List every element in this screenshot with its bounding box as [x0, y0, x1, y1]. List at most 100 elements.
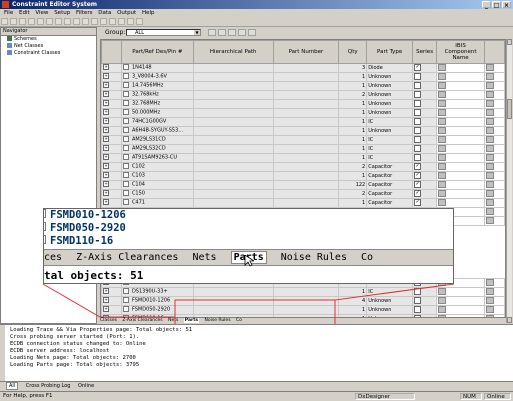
part-type-cell[interactable]: IC — [366, 117, 414, 127]
row-expander[interactable]: + — [101, 72, 122, 82]
part-number-cell[interactable] — [272, 81, 340, 91]
part-type-cell[interactable]: Unknown — [366, 90, 414, 100]
expand-icon[interactable]: + — [103, 199, 109, 206]
menu-view[interactable]: View — [35, 10, 48, 16]
series-checkbox[interactable] — [414, 82, 422, 89]
table-row[interactable]: + A6H4B-SYGUY-S53... 1 Unknown — [101, 126, 505, 136]
part-number-cell[interactable] — [272, 189, 340, 199]
tab-co[interactable]: Co — [236, 318, 242, 323]
series-checkbox[interactable] — [414, 288, 422, 295]
ibis-picker[interactable] — [438, 82, 447, 89]
ibis-picker[interactable] — [438, 288, 447, 295]
table-row[interactable]: +14.7456MHz 1 Unknown — [101, 81, 505, 91]
extra-cell[interactable] — [484, 216, 505, 226]
hier-path-cell[interactable] — [192, 296, 274, 306]
qty-cell[interactable]: 1 — [338, 171, 368, 181]
extra-cell[interactable] — [484, 189, 505, 199]
series-cell[interactable]: ✓ — [412, 180, 438, 190]
hier-path-cell[interactable] — [192, 171, 274, 181]
part-number-cell[interactable] — [272, 296, 340, 306]
qty-cell[interactable]: 1 — [338, 153, 368, 163]
part-number-cell[interactable] — [272, 305, 340, 315]
ibis-cell[interactable] — [436, 144, 486, 154]
output-tab-online[interactable]: Online — [78, 383, 94, 389]
ibis-picker[interactable] — [486, 145, 495, 152]
expand-button[interactable] — [238, 29, 246, 36]
qty-cell[interactable]: 1 — [338, 287, 368, 297]
qty-cell[interactable]: 122 — [338, 180, 368, 190]
row-expander[interactable]: + — [101, 99, 122, 109]
column-header-ibis[interactable]: IBIS Component Name — [436, 40, 486, 64]
series-cell[interactable] — [412, 117, 438, 127]
row-expander[interactable]: + — [101, 126, 122, 136]
part-number-cell[interactable] — [272, 108, 340, 118]
part-number-cell[interactable] — [272, 153, 340, 163]
expand-icon[interactable]: + — [103, 100, 109, 107]
ibis-picker[interactable] — [486, 64, 495, 71]
ibis-picker[interactable] — [486, 190, 495, 197]
ibis-picker[interactable] — [486, 82, 495, 89]
menu-file[interactable]: File — [4, 10, 13, 16]
hier-path-cell[interactable] — [192, 144, 274, 154]
nav-item-constraint-classes[interactable]: Constraint Classes — [1, 50, 96, 57]
extra-cell[interactable] — [484, 296, 505, 306]
part-number-cell[interactable] — [272, 135, 340, 145]
row-expander[interactable]: + — [101, 153, 122, 163]
series-checkbox[interactable]: ✓ — [414, 190, 422, 197]
print-icon[interactable] — [28, 18, 35, 25]
series-cell[interactable] — [412, 305, 438, 315]
part-number-cell[interactable] — [272, 72, 340, 82]
menu-help[interactable]: Help — [142, 10, 155, 16]
new-icon[interactable] — [1, 18, 8, 25]
ibis-cell[interactable] — [436, 171, 486, 181]
copy-icon[interactable] — [46, 18, 53, 25]
paste-icon[interactable] — [55, 18, 62, 25]
part-number-cell[interactable] — [272, 171, 340, 181]
series-cell[interactable] — [412, 135, 438, 145]
series-checkbox[interactable] — [414, 91, 422, 98]
qty-cell[interactable]: 1 — [338, 305, 368, 315]
extra-cell[interactable] — [484, 117, 505, 127]
table-row[interactable]: +32.768kHz 2 Unknown — [101, 90, 505, 100]
series-cell[interactable] — [412, 287, 438, 297]
part-cell[interactable]: 14.7456MHz — [120, 81, 194, 91]
scroll-up-icon[interactable] — [507, 39, 512, 45]
ibis-picker[interactable] — [438, 163, 447, 170]
hier-path-cell[interactable] — [192, 81, 274, 91]
chevron-down-icon[interactable]: ▼ — [194, 30, 200, 35]
ibis-picker[interactable] — [486, 154, 495, 161]
column-header-series[interactable]: Series — [412, 40, 438, 64]
qty-cell[interactable]: 1 — [338, 126, 368, 136]
series-checkbox[interactable] — [414, 100, 422, 107]
row-expander[interactable]: + — [101, 162, 122, 172]
series-cell[interactable] — [412, 81, 438, 91]
ibis-cell[interactable] — [436, 153, 486, 163]
ibis-picker[interactable] — [438, 190, 447, 197]
column-header-qty[interactable]: Qty — [338, 40, 368, 64]
hier-path-cell[interactable] — [192, 108, 274, 118]
expand-icon[interactable]: + — [103, 190, 109, 197]
row-expander[interactable]: + — [101, 108, 122, 118]
part-number-cell[interactable] — [272, 90, 340, 100]
part-cell[interactable]: 50.000MHz — [120, 108, 194, 118]
qty-cell[interactable]: 1 — [338, 135, 368, 145]
part-cell[interactable]: DS1390U-33+ — [120, 287, 194, 297]
series-checkbox[interactable] — [414, 109, 422, 116]
part-number-cell[interactable] — [272, 180, 340, 190]
table-row[interactable]: + FSMD050-2920 1 Unknown — [101, 305, 505, 315]
column-header-part-type[interactable]: Part Type — [366, 40, 414, 64]
hier-path-cell[interactable] — [192, 90, 274, 100]
ibis-picker[interactable] — [438, 136, 447, 143]
open-icon[interactable] — [10, 18, 17, 25]
ibis-picker[interactable] — [438, 100, 447, 107]
part-cell[interactable]: C103 — [120, 171, 194, 181]
part-cell[interactable]: C104 — [120, 180, 194, 190]
series-checkbox[interactable] — [414, 145, 422, 152]
part-type-cell[interactable]: Capacitor — [366, 162, 414, 172]
qty-cell[interactable]: 1 — [338, 117, 368, 127]
hier-path-cell[interactable] — [192, 99, 274, 109]
part-cell[interactable]: AM29LS31CD — [120, 135, 194, 145]
part-type-cell[interactable]: Unknown — [366, 81, 414, 91]
series-cell[interactable] — [412, 90, 438, 100]
ibis-picker[interactable] — [438, 109, 447, 116]
